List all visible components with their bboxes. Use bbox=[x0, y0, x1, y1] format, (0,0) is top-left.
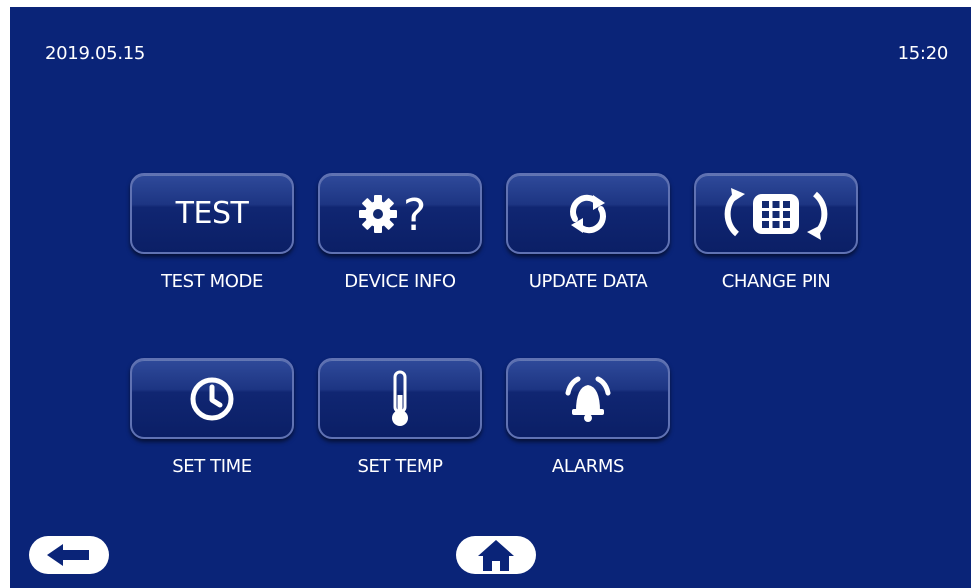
device-screen: 2019.05.15 15:20 TEST TEST MODE ? DEVICE… bbox=[10, 7, 971, 588]
change-pin-button[interactable] bbox=[694, 173, 858, 254]
back-button[interactable] bbox=[29, 536, 109, 574]
refresh-icon bbox=[563, 189, 613, 239]
test-mode-button-text: TEST bbox=[175, 196, 249, 231]
update-data-label: UPDATE DATA bbox=[528, 271, 648, 292]
change-pin-label: CHANGE PIN bbox=[721, 271, 831, 292]
device-info-button[interactable]: ? bbox=[318, 173, 482, 254]
set-temp-button[interactable] bbox=[318, 358, 482, 439]
test-mode-button[interactable]: TEST bbox=[130, 173, 294, 254]
status-time: 15:20 bbox=[897, 43, 949, 64]
device-info-label: DEVICE INFO bbox=[344, 271, 456, 292]
arrow-left-icon bbox=[45, 542, 93, 568]
update-data-button[interactable] bbox=[506, 173, 670, 254]
home-icon bbox=[476, 538, 516, 572]
alarm-bell-icon bbox=[556, 371, 620, 427]
clock-icon bbox=[187, 374, 237, 424]
svg-text:?: ? bbox=[403, 190, 426, 239]
status-date: 2019.05.15 bbox=[45, 43, 146, 64]
keypad-rotate-icon bbox=[711, 186, 841, 242]
alarms-button[interactable] bbox=[506, 358, 670, 439]
home-button[interactable] bbox=[456, 536, 536, 574]
set-time-button[interactable] bbox=[130, 358, 294, 439]
gear-question-icon: ? bbox=[355, 189, 445, 239]
set-temp-label: SET TEMP bbox=[357, 456, 443, 477]
alarms-label: ALARMS bbox=[551, 456, 625, 477]
test-mode-label: TEST MODE bbox=[161, 271, 263, 292]
thermometer-icon bbox=[380, 369, 420, 429]
set-time-label: SET TIME bbox=[172, 456, 252, 477]
